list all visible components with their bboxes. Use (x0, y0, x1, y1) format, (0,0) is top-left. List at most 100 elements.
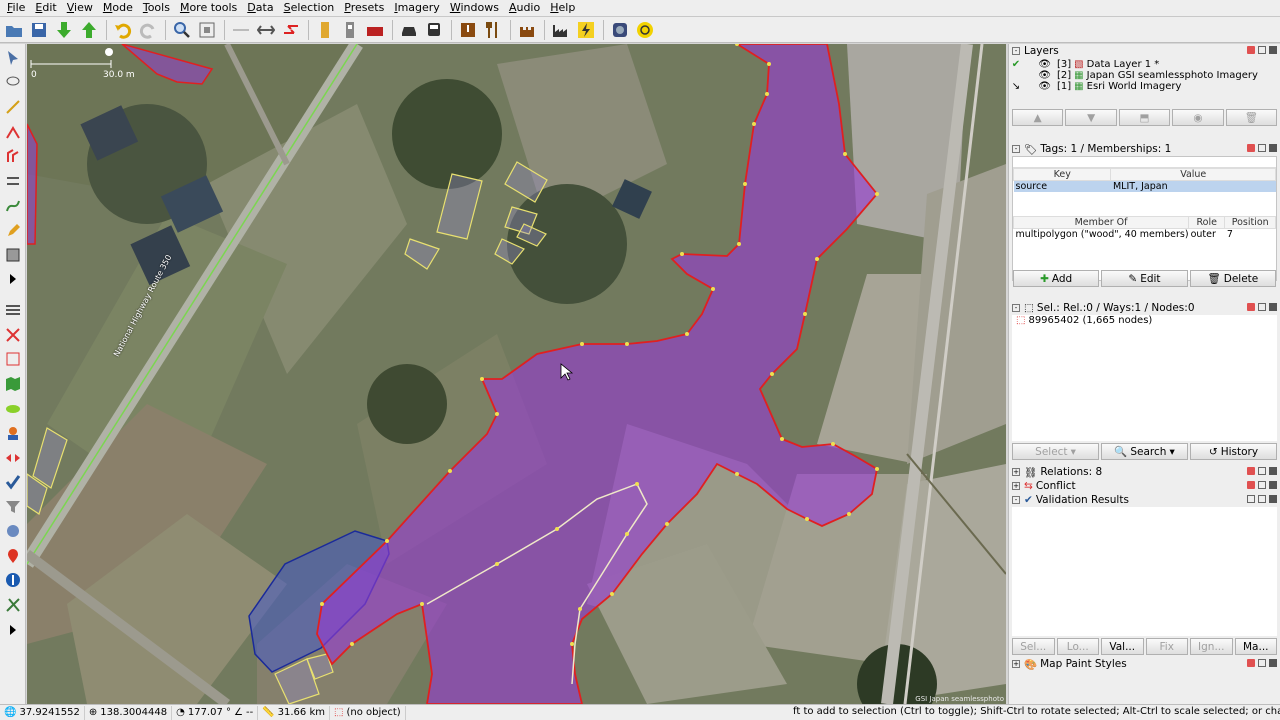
draw-mode-icon[interactable] (2, 96, 24, 118)
maximize-icon[interactable] (1258, 46, 1266, 54)
pencil-icon[interactable] (2, 219, 24, 241)
map-icon[interactable] (2, 373, 24, 395)
tag-search-input[interactable] (1013, 157, 1276, 168)
redo-icon[interactable] (136, 18, 159, 41)
layer-row[interactable]: ✔ 👁 [3] ▧ Data Layer 1 * (1009, 59, 1280, 70)
expand-arrow-icon[interactable] (2, 268, 24, 290)
tab-selection[interactable]: Sel... (1012, 638, 1055, 655)
upload-icon[interactable] (77, 18, 100, 41)
tab-fix[interactable]: Fix (1145, 638, 1188, 655)
visible-eye-icon[interactable]: 👁 (1023, 70, 1051, 81)
people-icon[interactable] (2, 422, 24, 444)
delete-layer-button[interactable]: 🗑 (1225, 109, 1278, 126)
expand-icon[interactable]: + (1012, 482, 1020, 490)
visible-eye-icon[interactable]: 👁 (1023, 59, 1051, 70)
member-header[interactable]: Member Of (1012, 216, 1190, 229)
layer-row[interactable]: 👁 [2] ▦ Japan GSI seamlessphoto Imagery (1009, 70, 1280, 81)
connect-icon[interactable] (2, 348, 24, 370)
visible-eye-icon[interactable]: 👁 (1023, 81, 1051, 92)
search-button[interactable]: 🔍 Search ▾ (1101, 443, 1188, 460)
tab-validate[interactable]: Val... (1101, 638, 1144, 655)
wall-preset-icon[interactable] (363, 18, 386, 41)
combine-way-icon[interactable] (254, 18, 277, 41)
industrial-preset-icon[interactable] (549, 18, 572, 41)
building-preset-icon[interactable] (313, 18, 336, 41)
conflict-arrows-icon[interactable] (2, 447, 24, 469)
close-icon[interactable] (1269, 46, 1277, 54)
menu-windows[interactable]: Windows (445, 0, 504, 16)
key-header[interactable]: Key (1012, 168, 1112, 181)
role-header[interactable]: Role (1188, 216, 1226, 229)
member-of[interactable]: multipolygon ("wood", 40 members) (1014, 229, 1189, 240)
tools-icon[interactable] (2, 594, 24, 616)
select-mode-icon[interactable] (2, 47, 24, 69)
validation-panel-title[interactable]: - ✔ Validation Results (1009, 493, 1280, 507)
conflict-panel-title[interactable]: + ⇆ Conflict (1009, 479, 1280, 493)
tag-value[interactable]: MLIT, Japan (1110, 180, 1276, 192)
collapse-icon[interactable]: - (1012, 304, 1020, 312)
menu-file[interactable]: File (2, 0, 30, 16)
bus-preset-icon[interactable] (422, 18, 445, 41)
improve-way-icon[interactable] (2, 121, 24, 143)
door-preset-icon[interactable] (338, 18, 361, 41)
zoom-fit-icon[interactable] (195, 18, 218, 41)
warning-preset-icon[interactable] (456, 18, 479, 41)
download-icon[interactable] (52, 18, 75, 41)
zoom-icon[interactable] (170, 18, 193, 41)
collapse-icon[interactable]: - (1012, 47, 1020, 55)
visibility-button[interactable]: ◉ (1172, 109, 1224, 126)
undo-icon[interactable] (111, 18, 134, 41)
cloud-icon[interactable] (2, 397, 24, 419)
delete-tag-button[interactable]: 🗑 Delete (1189, 270, 1276, 287)
list-item[interactable]: ⬚ 89965402 (1,665 nodes) (1012, 315, 1277, 326)
castle-preset-icon[interactable] (515, 18, 538, 41)
map-paint-panel-title[interactable]: + 🎨 Map Paint Styles (1009, 657, 1280, 671)
layers-panel-title[interactable]: - Layers (1009, 44, 1280, 58)
menu-imagery[interactable]: Imagery (389, 0, 445, 16)
menu-selection[interactable]: Selection (279, 0, 340, 16)
edit-tag-button[interactable]: ✎ Edit (1101, 270, 1188, 287)
menu-presets[interactable]: Presets (339, 0, 389, 16)
tag-key[interactable]: source (1013, 180, 1111, 192)
plugin-icon[interactable] (608, 18, 631, 41)
tab-ignore[interactable]: Ign... (1190, 638, 1233, 655)
table-row[interactable]: source MLIT, Japan (1013, 180, 1276, 192)
tab-map-paint[interactable]: Ma... (1234, 638, 1277, 655)
menu-audio[interactable]: Audio (504, 0, 545, 16)
menu-help[interactable]: Help (545, 0, 580, 16)
pin-icon[interactable] (1247, 46, 1255, 54)
car-preset-icon[interactable] (397, 18, 420, 41)
menu-more-tools[interactable]: More tools (175, 0, 242, 16)
selection-panel-title[interactable]: - ⬚ Sel.: Rel.:0 / Ways:1 / Nodes:0 (1009, 301, 1280, 315)
move-down-button[interactable]: ▼ (1065, 109, 1117, 126)
map-view[interactable]: 0 30.0 m National Highway Route 350 GSI … (27, 44, 1006, 704)
position-header[interactable]: Position (1224, 216, 1276, 229)
reverse-way-icon[interactable] (279, 18, 302, 41)
compass-icon[interactable] (2, 569, 24, 591)
history-button[interactable]: ↺ History (1190, 443, 1277, 460)
relations-panel-title[interactable]: + ⛓ Relations: 8 (1009, 465, 1280, 479)
lasso-mode-icon[interactable] (2, 72, 24, 94)
tab-lookup[interactable]: Lo... (1056, 638, 1099, 655)
menu-view[interactable]: View (62, 0, 98, 16)
member-position[interactable]: 7 (1225, 229, 1276, 240)
menu-mode[interactable]: Mode (98, 0, 138, 16)
menu-data[interactable]: Data (242, 0, 278, 16)
merge-button[interactable]: ⬒ (1118, 109, 1171, 126)
expand-icon[interactable]: + (1012, 660, 1020, 668)
restaurant-preset-icon[interactable] (481, 18, 504, 41)
collapse-icon[interactable]: - (1012, 145, 1020, 153)
validate-icon[interactable] (2, 471, 24, 493)
select-button[interactable]: Select ▾ (1012, 443, 1099, 460)
power-preset-icon[interactable] (574, 18, 597, 41)
tags-panel-title[interactable]: - 🏷 Tags: 1 / Memberships: 1 (1009, 142, 1280, 156)
curve-icon[interactable] (2, 195, 24, 217)
location-pin-icon[interactable] (2, 545, 24, 567)
open-file-icon[interactable] (2, 18, 25, 41)
settings-icon[interactable] (2, 520, 24, 542)
split-way-icon[interactable] (229, 18, 252, 41)
sun-icon[interactable] (633, 18, 656, 41)
imagery-attribution[interactable]: GSI Japan seamlessphoto (915, 695, 1004, 703)
menu-tools[interactable]: Tools (138, 0, 175, 16)
value-header[interactable]: Value (1110, 168, 1276, 181)
